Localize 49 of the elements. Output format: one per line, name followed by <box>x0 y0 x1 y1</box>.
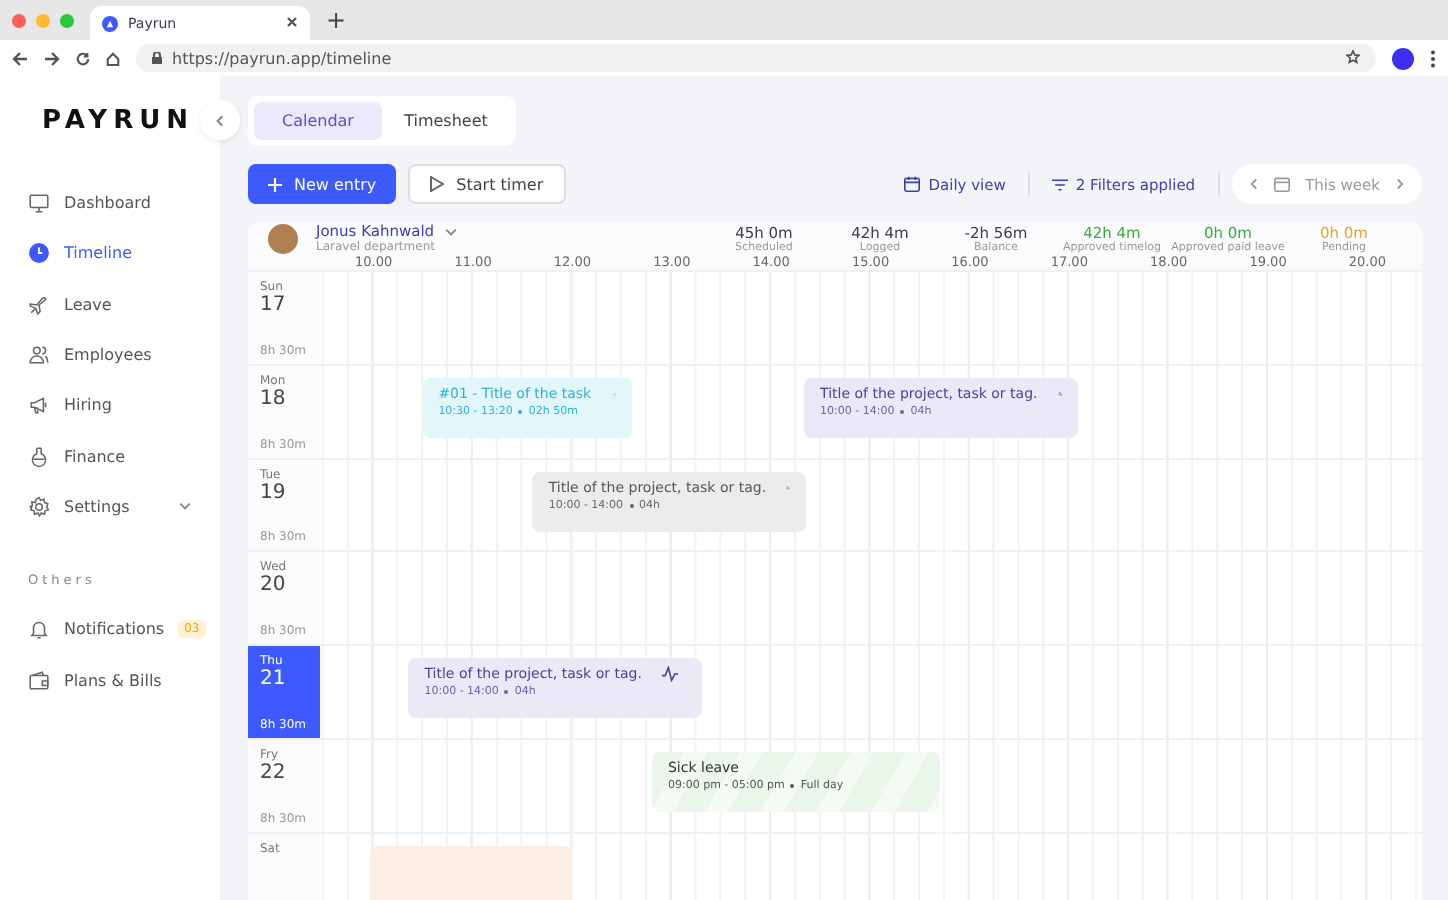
user-avatar <box>268 223 298 253</box>
view-tab[interactable]: Timesheet <box>382 102 510 140</box>
calendar-icon <box>1273 176 1290 192</box>
clock-icon <box>28 242 50 265</box>
menu-icon[interactable] <box>1430 49 1436 67</box>
plane-icon <box>28 293 50 316</box>
gear-icon <box>28 495 50 518</box>
site-icon <box>102 15 118 31</box>
nav-item[interactable]: Dashboard <box>0 178 220 229</box>
maximize-window-icon[interactable] <box>60 13 74 27</box>
chevron-icon[interactable] <box>178 502 192 511</box>
nav-item[interactable]: Hiring <box>0 380 220 431</box>
reload-icon[interactable] <box>76 51 90 65</box>
nav-item[interactable]: Leave <box>0 279 220 330</box>
new-tab-button[interactable]: + <box>326 6 347 34</box>
address-bar[interactable]: https://payrun.app/timeline <box>136 44 1376 72</box>
close-icon[interactable] <box>286 16 298 28</box>
chevron-right-icon[interactable] <box>1396 178 1404 190</box>
monitor-icon <box>28 192 50 215</box>
pulse-icon <box>661 666 678 683</box>
start-timer-button[interactable]: Start timer <box>408 164 566 204</box>
new-entry-button[interactable]: New entry <box>248 164 397 204</box>
home-icon[interactable] <box>106 51 120 65</box>
chevron-left-icon[interactable] <box>1249 178 1258 190</box>
filter-icon <box>1051 177 1068 191</box>
chevron-left-icon <box>216 113 224 127</box>
logo: PAYRUN <box>42 106 195 136</box>
chevron-icon[interactable] <box>444 227 459 235</box>
flask-icon <box>28 445 50 468</box>
forward-icon[interactable] <box>44 51 60 65</box>
star-icon[interactable] <box>1346 49 1360 63</box>
nav-item[interactable]: Plans & Bills <box>0 654 220 706</box>
nav-item[interactable]: Employees <box>0 329 220 381</box>
nav-item[interactable]: Timeline <box>0 228 220 280</box>
url-text: https://payrun.app/timeline <box>172 49 392 67</box>
back-icon[interactable] <box>12 51 28 65</box>
calendar-icon <box>904 176 921 192</box>
play-icon <box>430 176 445 192</box>
nav-item[interactable]: Settings <box>0 481 220 533</box>
view-tab[interactable]: Calendar <box>254 102 382 140</box>
close-window-icon[interactable] <box>12 13 26 27</box>
people-icon <box>28 344 50 367</box>
profile-avatar[interactable] <box>1392 47 1414 69</box>
wallet-icon <box>28 669 50 692</box>
megaphone-icon <box>28 394 50 417</box>
nav-item[interactable]: Finance <box>0 430 220 482</box>
plus-icon <box>268 177 282 191</box>
lock-icon <box>152 52 162 64</box>
bell-icon <box>28 618 50 641</box>
